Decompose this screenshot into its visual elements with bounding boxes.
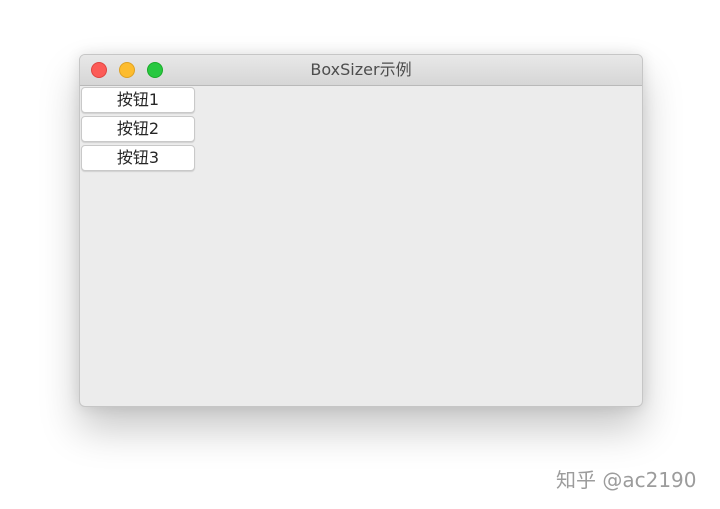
button-3[interactable]: 按钮3	[81, 145, 195, 171]
title-bar[interactable]: BoxSizer示例	[80, 55, 642, 86]
watermark: 知乎 @ac2190	[556, 468, 697, 492]
content-panel: 按钮1 按钮2 按钮3	[80, 86, 642, 406]
app-window: BoxSizer示例 按钮1 按钮2 按钮3	[79, 54, 643, 407]
button-1[interactable]: 按钮1	[81, 87, 195, 113]
window-title: BoxSizer示例	[310, 60, 412, 79]
button-2[interactable]: 按钮2	[81, 116, 195, 142]
